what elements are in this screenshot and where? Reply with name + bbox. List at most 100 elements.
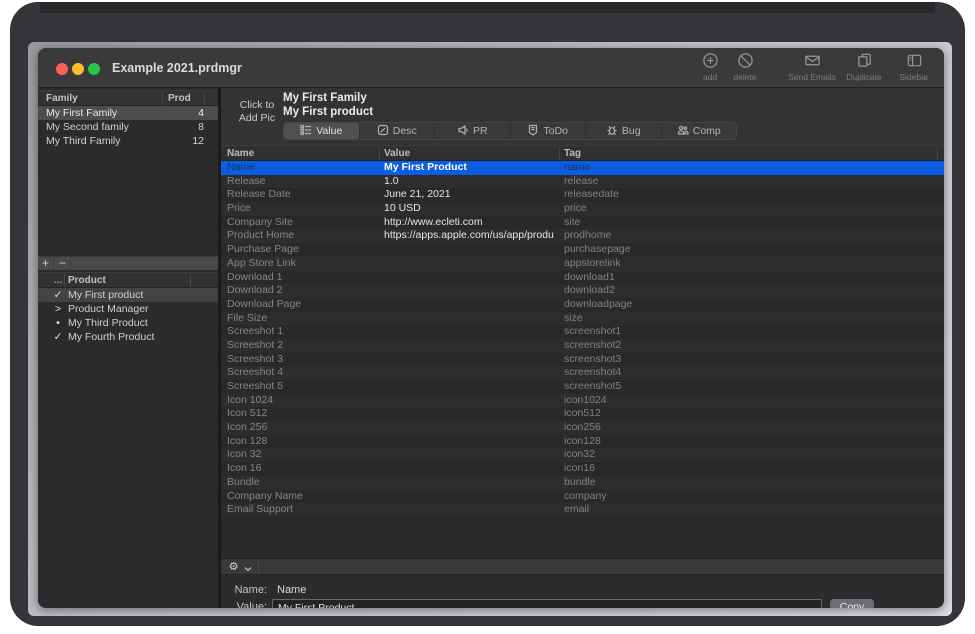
table-row[interactable]: Release1.0release: [221, 175, 944, 189]
inspector-panel: Name: Name Value: Copy Tag: name: [221, 575, 944, 608]
megaphone-icon: [457, 124, 469, 139]
tab-comp[interactable]: Comp: [662, 123, 737, 139]
duplicate-button[interactable]: Duplicate: [838, 52, 890, 86]
send-emails-button[interactable]: Send Emails: [786, 52, 838, 86]
row-name: Screeshot 4: [227, 366, 377, 380]
table-row[interactable]: Screeshot 3screenshot3: [221, 353, 944, 367]
row-name: Purchase Page: [227, 243, 377, 257]
row-name: Screeshot 3: [227, 353, 377, 367]
product-row[interactable]: ✓ My First product: [38, 288, 218, 302]
table-row[interactable]: Screeshot 2screenshot2: [221, 339, 944, 353]
tab-bug[interactable]: Bug: [586, 123, 662, 139]
add-family-button[interactable]: +: [38, 257, 54, 271]
product-row[interactable]: >Product Manager: [38, 302, 218, 316]
inspector-value-label: Value:: [221, 601, 267, 608]
table-row[interactable]: Download Pagedownloadpage: [221, 298, 944, 312]
gear-menu-button[interactable]: ⚙: [225, 560, 242, 574]
close-window-button[interactable]: [56, 63, 68, 75]
selected-family-title: My First Family: [283, 92, 367, 104]
tab-value[interactable]: Value: [284, 123, 360, 139]
table-row[interactable]: Screeshot 1screenshot1: [221, 325, 944, 339]
table-row[interactable]: Name My First Product name: [221, 161, 944, 175]
table-row[interactable]: Bundlebundle: [221, 476, 944, 490]
table-row[interactable]: Release DateJune 21, 2021releasedate: [221, 188, 944, 202]
row-value: My First Product: [384, 161, 554, 175]
delete-slash-icon: [737, 56, 754, 73]
family-row[interactable]: My Second family8: [38, 120, 218, 134]
family-list: My First Family4My Second family8My Thir…: [38, 106, 218, 148]
remove-family-button[interactable]: −: [55, 257, 71, 271]
family-column-header[interactable]: Family: [46, 93, 78, 104]
row-name: Icon 16: [227, 462, 377, 476]
value-column-header[interactable]: Value: [384, 148, 410, 159]
row-tag: name: [564, 161, 764, 175]
row-name: Email Support: [227, 503, 377, 517]
name-column-header[interactable]: Name: [227, 148, 254, 159]
prod-column-header[interactable]: Prod: [168, 93, 191, 104]
row-value: https://apps.apple.com/us/app/produ...: [384, 229, 554, 243]
row-name: Download Page: [227, 298, 377, 312]
table-row[interactable]: Screeshot 4screenshot4: [221, 366, 944, 380]
table-row[interactable]: Download 1download1: [221, 271, 944, 285]
product-status-icon: ✓: [52, 288, 64, 302]
app-window: Example 2021.prdmgr add delete Send Emai…: [38, 48, 944, 608]
table-row[interactable]: Email Supportemail: [221, 503, 944, 517]
sidebar-button-label: Sidebar: [888, 72, 940, 82]
family-row[interactable]: My First Family4: [38, 106, 218, 120]
column-divider: [190, 274, 191, 287]
table-row[interactable]: Download 2download2: [221, 284, 944, 298]
window-title: Example 2021.prdmgr: [112, 61, 242, 75]
product-row[interactable]: •My Third Product: [38, 316, 218, 330]
minimize-window-button[interactable]: [72, 63, 84, 75]
table-row[interactable]: Icon 1024icon1024: [221, 394, 944, 408]
family-row[interactable]: My Third Family12: [38, 134, 218, 148]
row-name: Screeshot 1: [227, 325, 377, 339]
table-row[interactable]: Company Namecompany: [221, 490, 944, 504]
table-row[interactable]: Company Sitehttp://www.ecleti.comsite: [221, 216, 944, 230]
inspector-name-label: Name:: [221, 584, 267, 596]
row-value: http://www.ecleti.com: [384, 216, 554, 230]
column-divider: [204, 92, 205, 105]
family-list-controls: + −: [38, 256, 218, 270]
row-name: Name: [227, 161, 377, 175]
marker-column-header[interactable]: ...: [54, 275, 62, 286]
tab-desc[interactable]: Desc: [360, 123, 436, 139]
tab-pr[interactable]: PR: [435, 123, 511, 139]
table-row[interactable]: Screeshot 5screenshot5: [221, 380, 944, 394]
table-row[interactable]: File Sizesize: [221, 312, 944, 326]
sidebar-toggle-button[interactable]: Sidebar: [888, 52, 940, 86]
detail-tabbar: ValueDesc PR ToDo Bug Comp: [283, 122, 737, 140]
duplicate-button-label: Duplicate: [838, 72, 890, 82]
zoom-window-button[interactable]: [88, 63, 100, 75]
delete-button[interactable]: delete: [719, 52, 771, 86]
table-row[interactable]: Icon 16icon16: [221, 462, 944, 476]
column-divider: [64, 274, 65, 287]
table-row[interactable]: Purchase Pagepurchasepage: [221, 243, 944, 257]
row-name: Download 2: [227, 284, 377, 298]
tab-todo[interactable]: ToDo: [511, 123, 587, 139]
row-value: 10 USD: [384, 202, 554, 216]
row-tag: icon32: [564, 448, 764, 462]
product-row[interactable]: ✓My Fourth Product: [38, 330, 218, 344]
people-icon: [677, 124, 689, 139]
table-row[interactable]: Icon 128icon128: [221, 435, 944, 449]
chevron-down-icon[interactable]: [243, 561, 255, 573]
copy-button[interactable]: Copy: [830, 599, 874, 608]
product-name: My First product: [68, 288, 143, 302]
table-row[interactable]: App Store Linkappstorelink: [221, 257, 944, 271]
family-table-header: Family Prod: [38, 90, 218, 106]
row-name: Screeshot 5: [227, 380, 377, 394]
tab-label: PR: [473, 125, 488, 137]
table-row[interactable]: Icon 256icon256: [221, 421, 944, 435]
add-circle-icon: [702, 56, 719, 73]
product-column-header[interactable]: Product: [68, 275, 106, 286]
table-row[interactable]: Icon 32icon32: [221, 448, 944, 462]
table-row[interactable]: Price10 USDprice: [221, 202, 944, 216]
table-row[interactable]: Icon 512icon512: [221, 407, 944, 421]
product-table-header: ... Product: [38, 272, 218, 288]
table-row[interactable]: Product Homehttps://apps.apple.com/us/ap…: [221, 229, 944, 243]
value-input[interactable]: [272, 599, 822, 608]
tag-column-header[interactable]: Tag: [564, 148, 581, 159]
tab-label: Bug: [622, 125, 641, 137]
add-picture-well[interactable]: Click to Add Pic: [231, 99, 283, 125]
